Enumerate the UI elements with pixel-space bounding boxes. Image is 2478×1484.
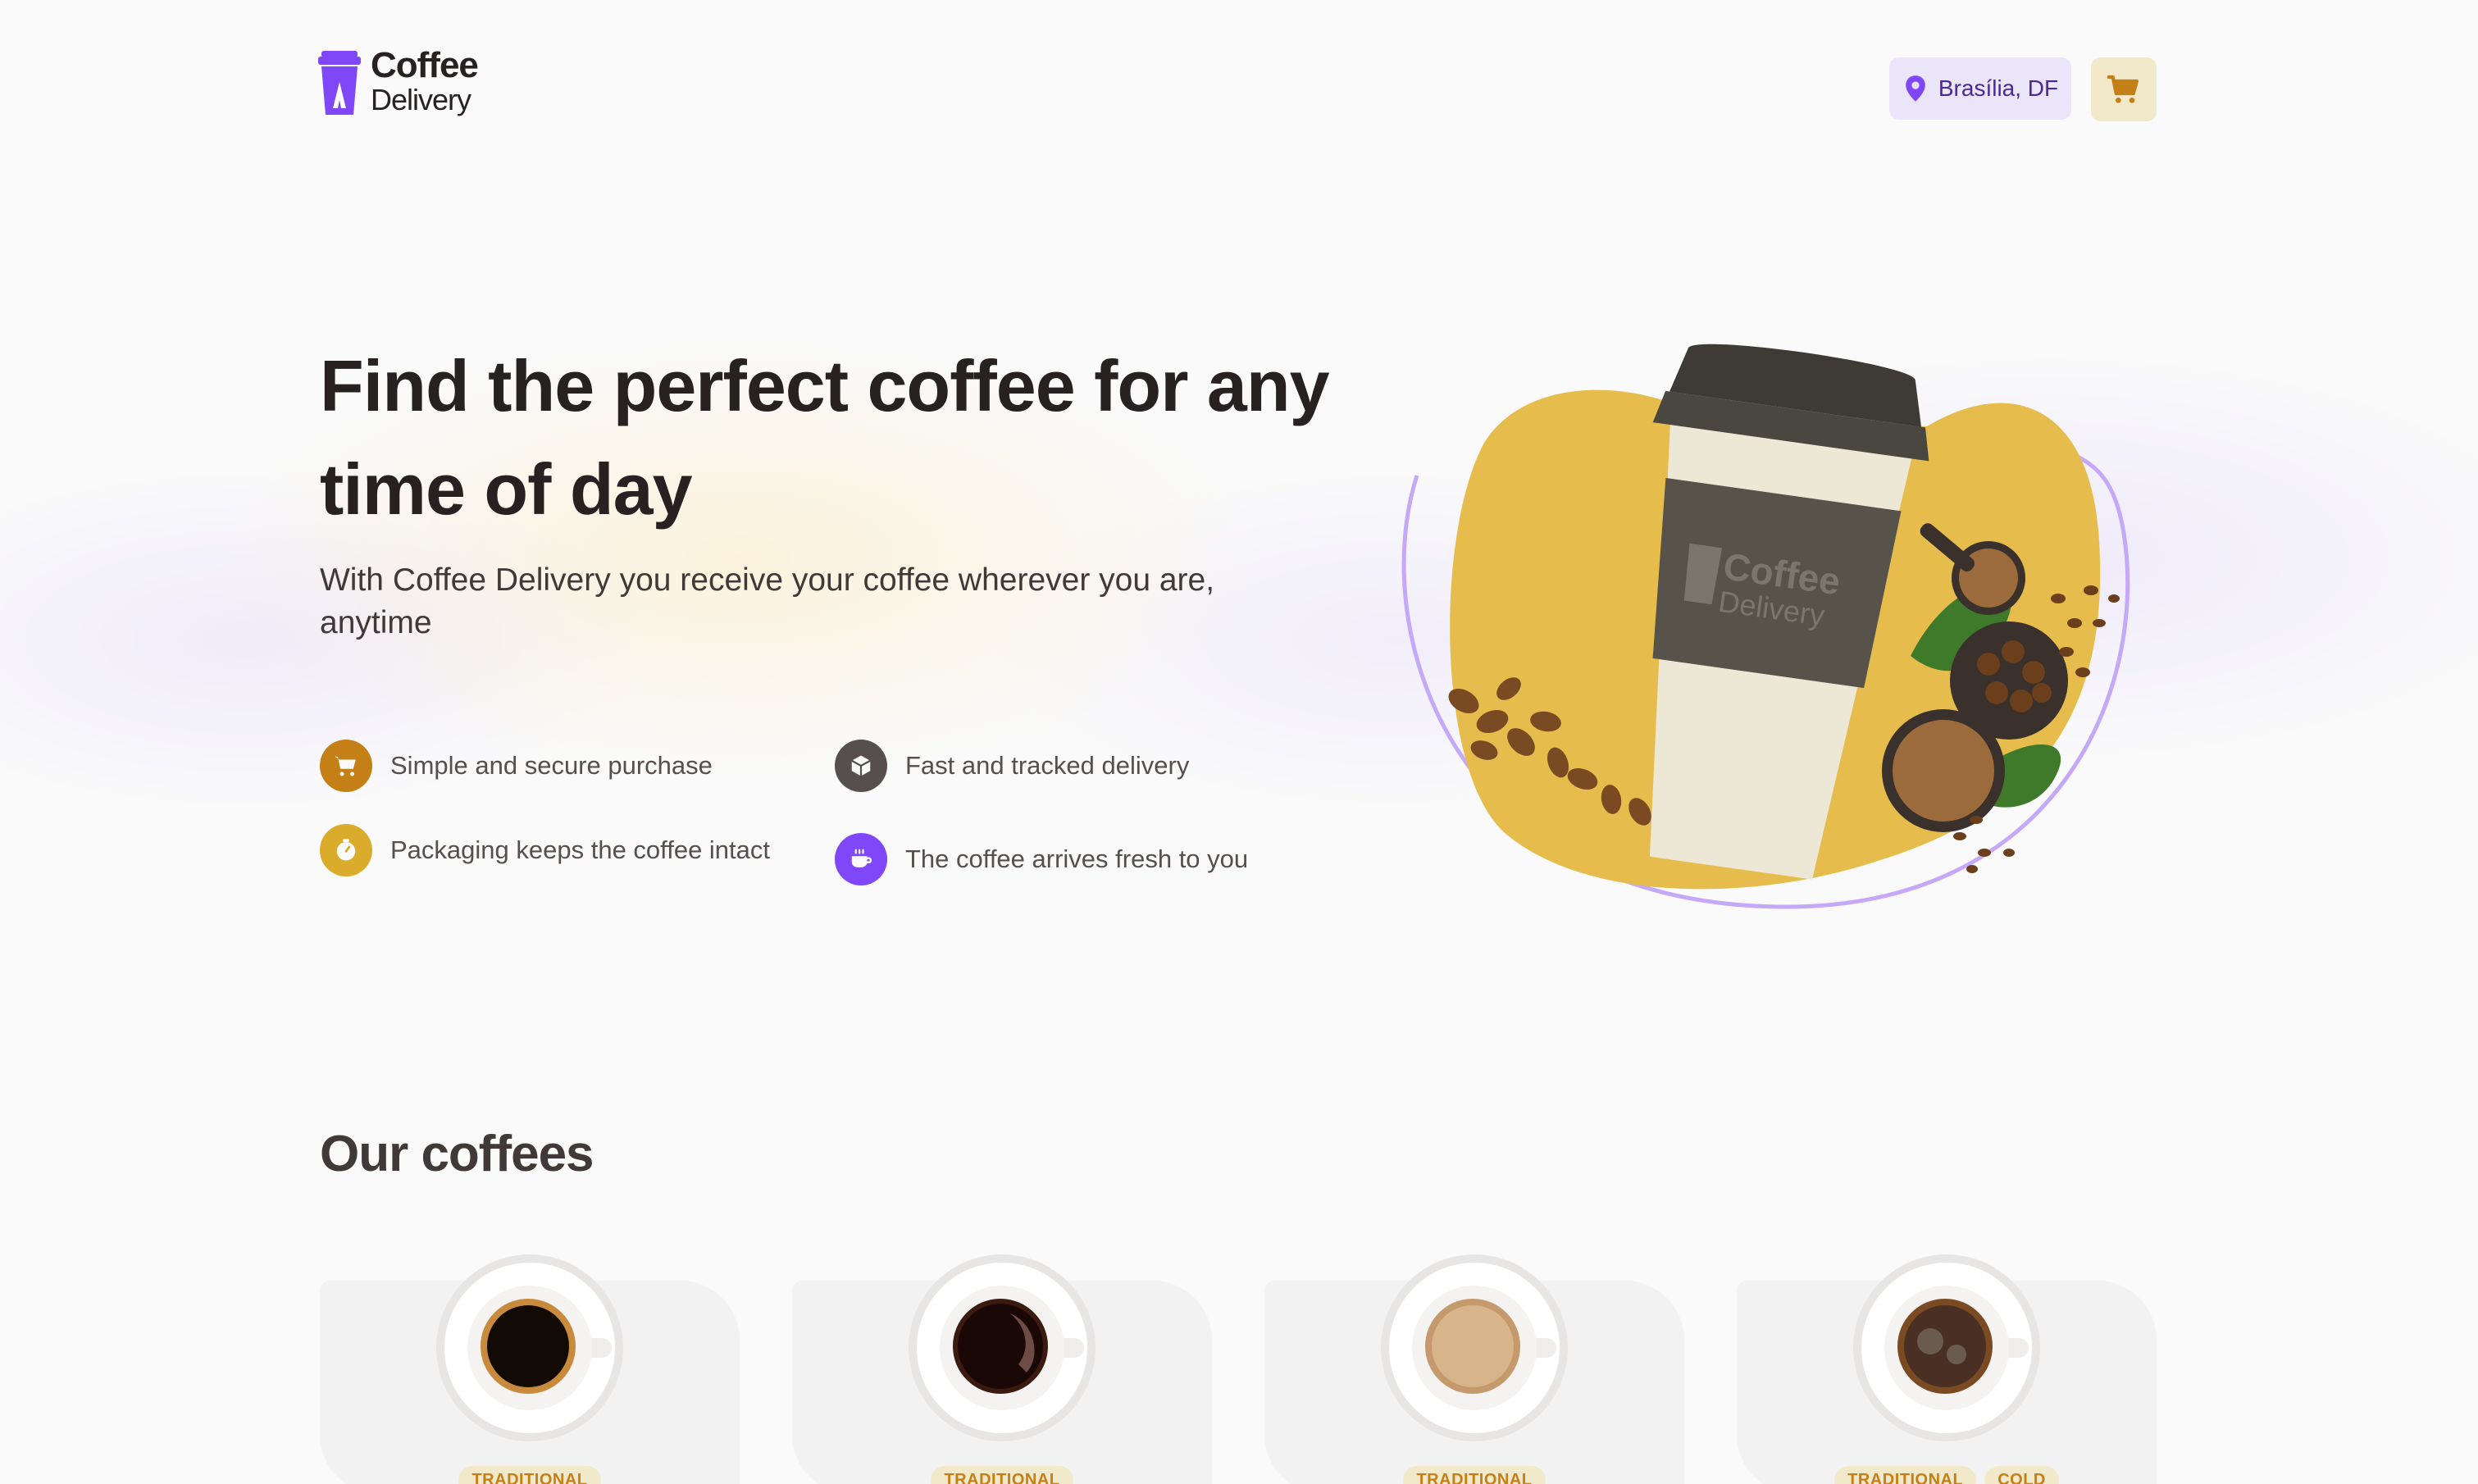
- coffee-card[interactable]: TRADITIONAL COLD: [1737, 1254, 2157, 1484]
- tag-badge: TRADITIONAL: [931, 1466, 1073, 1484]
- coffee-cup-image: [436, 1254, 623, 1441]
- coffee-icon: [835, 833, 887, 885]
- tag-badge: TRADITIONAL: [1403, 1466, 1546, 1484]
- logo-text: Coffee Delivery: [371, 45, 479, 116]
- logo-line1: Coffee: [371, 45, 479, 85]
- coffee-card[interactable]: TRADITIONAL: [320, 1254, 740, 1484]
- coffee-cup-image: [1381, 1254, 1568, 1441]
- coffee-card[interactable]: TRADITIONAL: [792, 1254, 1212, 1484]
- coffee-cup-image: [909, 1254, 1096, 1441]
- header: Coffee Delivery Brasília, DF: [0, 0, 2478, 172]
- coffee-cup-image: [1853, 1254, 2040, 1441]
- cart-button[interactable]: [2091, 57, 2157, 121]
- tag-badge: TRADITIONAL: [1834, 1466, 1977, 1484]
- feature-secure-purchase: Simple and secure purchase: [320, 740, 713, 792]
- feature-fresh-coffee: The coffee arrives fresh to you: [835, 833, 1248, 885]
- coffee-card[interactable]: TRADITIONAL: [1264, 1254, 1684, 1484]
- feature-label: Packaging keeps the coffee intact: [390, 835, 771, 864]
- timer-icon: [320, 824, 372, 876]
- section-title-our-coffees: Our coffees: [320, 1126, 594, 1182]
- logo-line2: Delivery: [371, 83, 471, 116]
- location-label: Brasília, DF: [1938, 75, 2059, 101]
- package-icon: [835, 740, 887, 792]
- tag-list: TRADITIONAL COLD: [1737, 1466, 2157, 1484]
- shopping-cart-icon: [320, 740, 372, 792]
- feature-fast-delivery: Fast and tracked delivery: [835, 740, 1189, 792]
- tag-list: TRADITIONAL: [792, 1466, 1212, 1484]
- hero-subtitle: With Coffee Delivery you receive your co…: [320, 562, 1215, 640]
- feature-label: Simple and secure purchase: [390, 751, 713, 780]
- shopping-cart-icon: [2107, 75, 2139, 103]
- feature-packaging: Packaging keeps the coffee intact: [320, 824, 779, 876]
- tag-list: TRADITIONAL: [320, 1466, 740, 1484]
- feature-label: Fast and tracked delivery: [905, 751, 1190, 780]
- map-pin-icon: [1906, 75, 1925, 102]
- tag-list: TRADITIONAL: [1264, 1466, 1684, 1484]
- feature-label: The coffee arrives fresh to you: [905, 844, 1249, 873]
- coffee-cup-logo-icon: [318, 51, 361, 115]
- hero-title: Find the perfect coffee for any time of …: [320, 345, 1330, 530]
- hero-coffee-cup-image: Coffee Delivery: [1401, 344, 2130, 909]
- tag-badge: COLD: [1984, 1466, 2059, 1484]
- tag-badge: TRADITIONAL: [458, 1466, 601, 1484]
- logo[interactable]: Coffee Delivery: [318, 48, 479, 121]
- location-button[interactable]: Brasília, DF: [1889, 57, 2071, 120]
